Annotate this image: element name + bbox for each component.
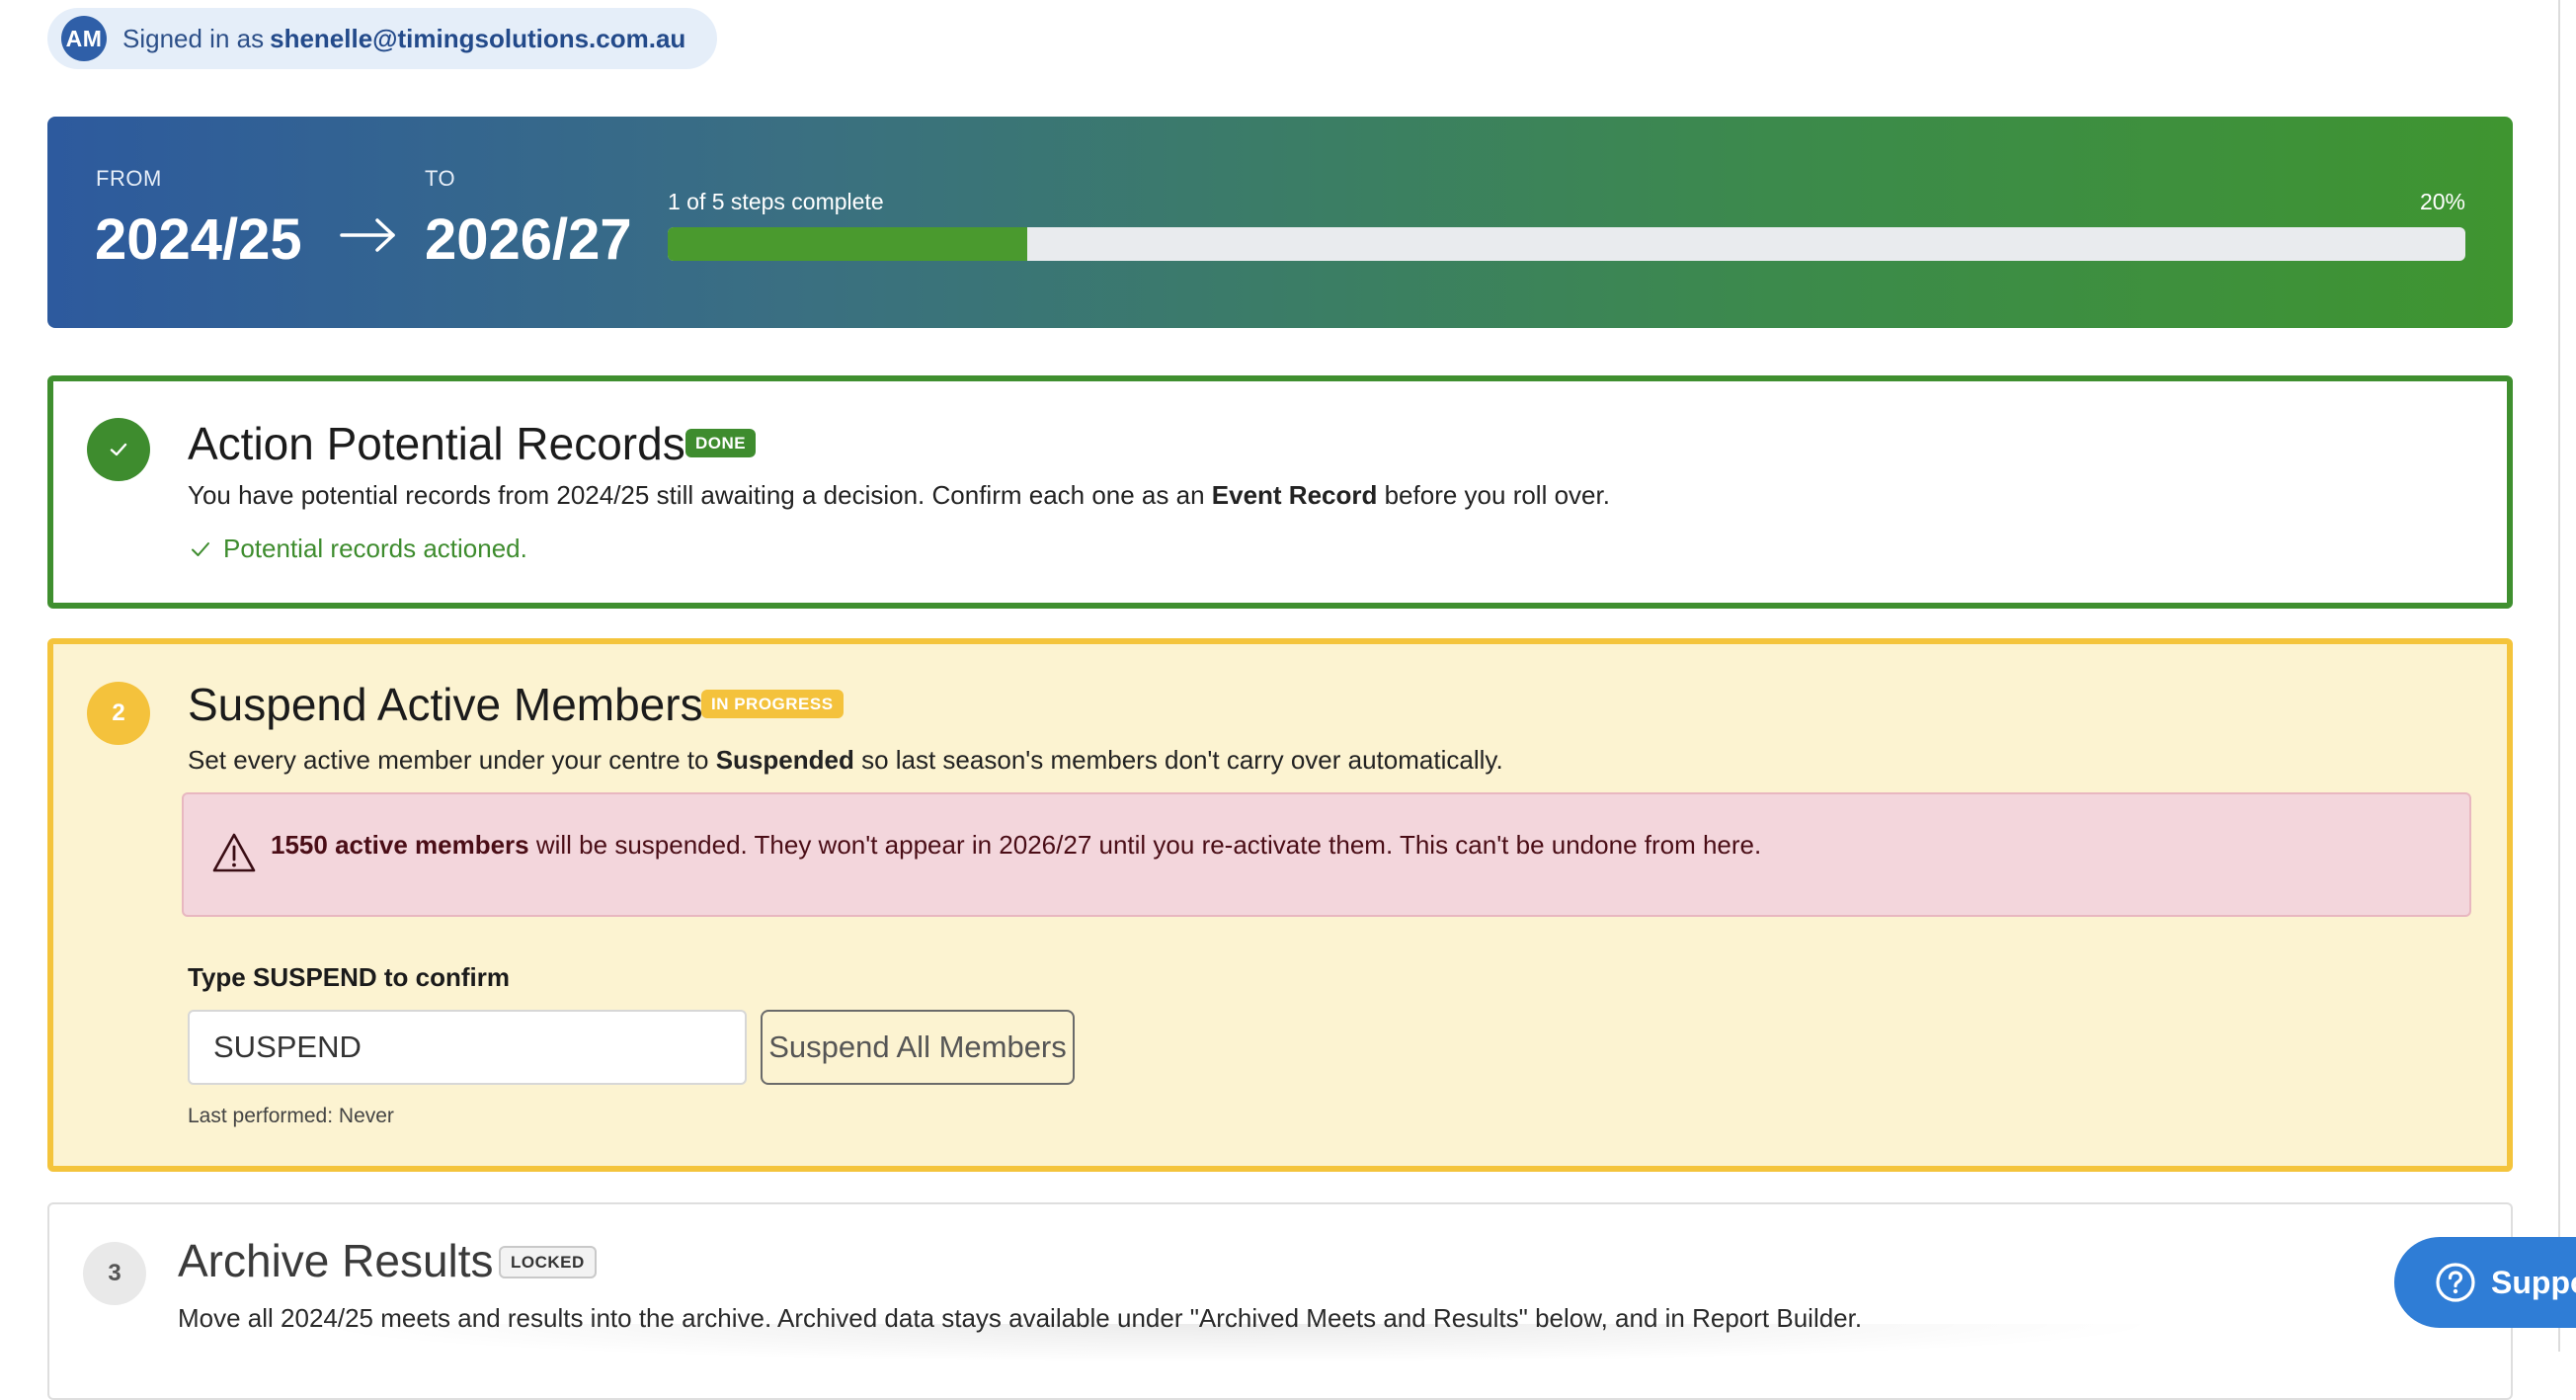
- step-complete-indicator: [87, 418, 150, 481]
- to-year: 2026/27: [425, 207, 632, 272]
- step-description-emphasis: Event Record: [1211, 480, 1378, 510]
- signed-in-badge: AM Signed in as shenelle@timingsolutions.…: [47, 8, 718, 69]
- status-badge: DONE: [685, 429, 757, 457]
- help-circle-icon: [2436, 1263, 2475, 1302]
- warning-text: 1550 active members will be suspended. T…: [271, 830, 1761, 861]
- step-description: Move all 2024/25 meets and results into …: [178, 1303, 1863, 1333]
- step-description-text: so last season's members don't carry ove…: [853, 745, 1503, 775]
- step-description: Set every active member under your centr…: [188, 745, 1503, 776]
- step-description-text: before you roll over.: [1377, 480, 1610, 510]
- step-description-emphasis: Suspended: [715, 745, 854, 775]
- progress-percent: 20%: [2419, 189, 2465, 214]
- status-badge: LOCKED: [499, 1246, 597, 1278]
- step-card-archive-results: 3 Archive Results LOCKED Move all 2024/2…: [47, 1202, 2513, 1400]
- from-label: FROM: [96, 166, 162, 191]
- step-card-suspend-active-members: 2 Suspend Active Members IN PROGRESS Set…: [47, 638, 2513, 1172]
- suspend-all-members-button[interactable]: Suspend All Members: [761, 1010, 1075, 1085]
- success-message: Potential records actioned.: [190, 534, 527, 564]
- confirm-label: Type SUSPEND to confirm: [188, 962, 511, 992]
- support-button[interactable]: Suppo: [2394, 1237, 2576, 1328]
- step-description-text: You have potential records from 2024/25 …: [188, 480, 1212, 510]
- suspend-confirm-input[interactable]: [188, 1010, 747, 1085]
- arrow-right-icon: [340, 218, 395, 252]
- to-label: TO: [425, 166, 456, 191]
- step-card-action-potential-records: Action Potential Records DONE You have p…: [47, 375, 2513, 609]
- step-description: You have potential records from 2024/25 …: [188, 480, 1610, 511]
- signed-in-prefix: Signed in as: [122, 23, 265, 53]
- step-title: Suspend Active Members: [188, 679, 703, 730]
- check-icon: [192, 541, 209, 556]
- progress-bar-fill: [668, 227, 1027, 261]
- warning-message: will be suspended. They won't appear in …: [528, 830, 1762, 860]
- warning-emphasis: 1550 active members: [271, 830, 529, 860]
- warning-triangle-icon: [212, 833, 256, 872]
- page-edge-divider: [2558, 0, 2560, 1352]
- warning-alert: 1550 active members will be suspended. T…: [182, 792, 2471, 917]
- status-badge: IN PROGRESS: [701, 690, 844, 718]
- rollover-banner: FROM 2024/25 TO 2026/27 1 of 5 steps com…: [47, 117, 2513, 328]
- avatar[interactable]: AM: [61, 16, 107, 61]
- from-year: 2024/25: [95, 207, 302, 272]
- step-title: Action Potential Records: [188, 418, 685, 469]
- signed-in-email: shenelle@timingsolutions.com.au: [270, 23, 686, 53]
- signed-in-text: Signed in as shenelle@timingsolutions.com…: [122, 24, 685, 54]
- step-number: 2: [87, 682, 150, 745]
- step-title: Archive Results: [178, 1235, 494, 1286]
- step-number: 3: [83, 1242, 146, 1305]
- progress-label: 1 of 5 steps complete: [668, 189, 884, 214]
- last-performed-text: Last performed: Never: [188, 1105, 394, 1127]
- success-message-text: Potential records actioned.: [223, 534, 527, 563]
- check-icon: [110, 443, 127, 456]
- step-description-text: Set every active member under your centr…: [188, 745, 716, 775]
- support-label: Suppo: [2491, 1264, 2576, 1300]
- progress-bar: [668, 227, 2465, 261]
